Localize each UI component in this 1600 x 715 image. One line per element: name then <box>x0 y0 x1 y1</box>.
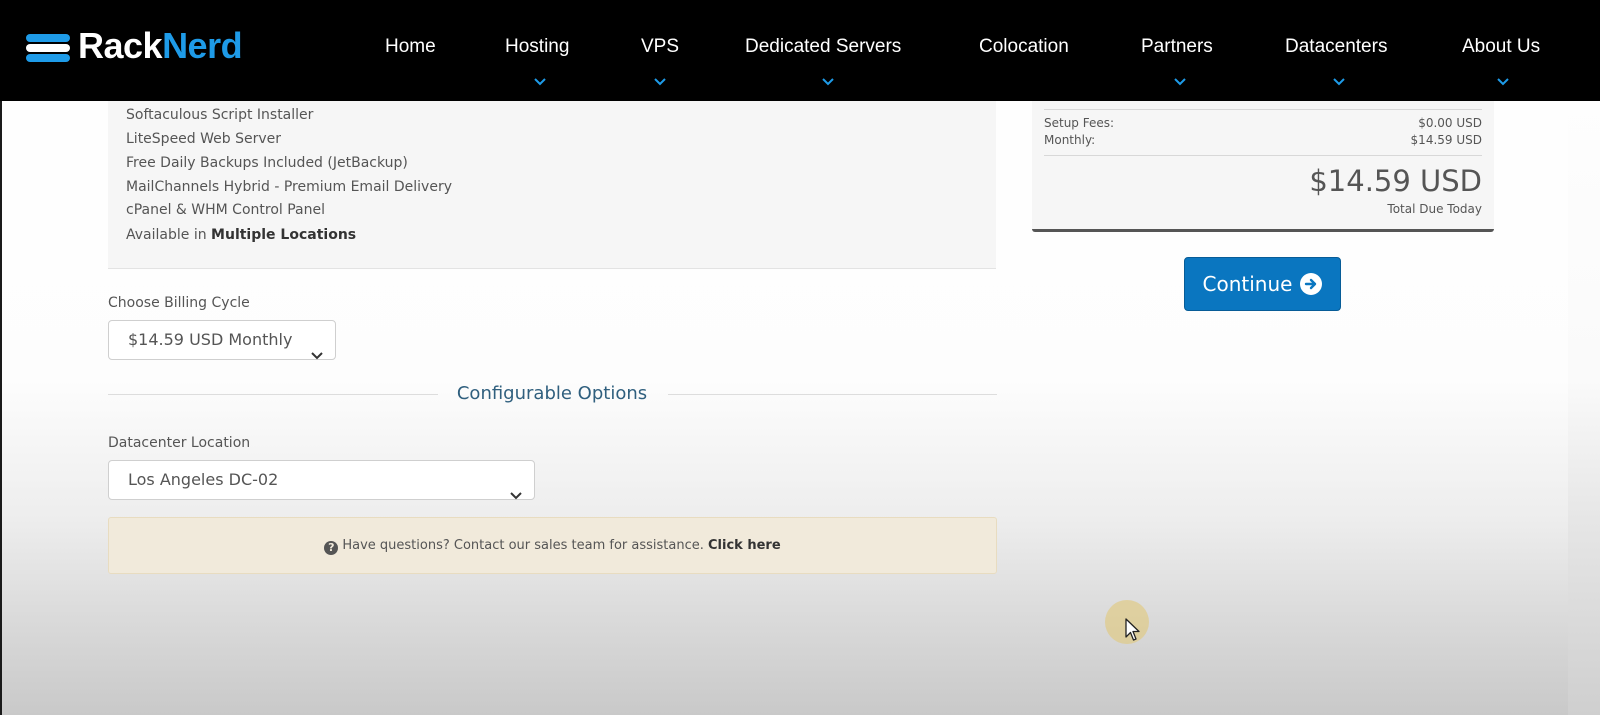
sales-contact-notice: ? Have questions? Contact our sales team … <box>108 517 997 574</box>
feature-item: Free Daily Backups Included (JetBackup) <box>126 155 408 171</box>
nav-datacenters[interactable]: Datacenters <box>1285 36 1387 58</box>
chevron-down-icon <box>510 476 522 514</box>
nav-home[interactable]: Home <box>385 36 436 58</box>
setup-fees-value: $0.00 USD <box>1418 116 1482 130</box>
chevron-down-icon <box>1497 78 1509 86</box>
top-navbar: RackNerd Home Hosting VPS Dedicated Serv… <box>0 0 1600 101</box>
configurable-options-heading: Configurable Options <box>456 383 648 404</box>
contact-text: Have questions? Contact our sales team f… <box>342 538 704 553</box>
continue-button[interactable]: Continue <box>1184 257 1341 311</box>
product-features-panel: Softaculous Script Installer LiteSpeed W… <box>108 101 996 269</box>
nav-colocation[interactable]: Colocation <box>979 36 1069 58</box>
monthly-label: Monthly: <box>1044 133 1096 147</box>
feature-item: MailChannels Hybrid - Premium Email Deli… <box>126 179 452 195</box>
continue-label: Continue <box>1202 272 1293 296</box>
feature-item: cPanel & WHM Control Panel <box>126 202 326 218</box>
nav-vps[interactable]: VPS <box>641 36 679 58</box>
billing-cycle-value: $14.59 USD Monthly <box>128 330 293 349</box>
mouse-cursor-icon <box>1125 618 1141 647</box>
billing-cycle-label: Choose Billing Cycle <box>108 295 250 311</box>
monthly-value: $14.59 USD <box>1410 133 1482 147</box>
question-circle-icon: ? <box>324 541 339 555</box>
total-due-label: Total Due Today <box>1387 202 1482 216</box>
datacenter-location-label: Datacenter Location <box>108 435 251 451</box>
summary-divider <box>1044 155 1482 156</box>
setup-fees-label: Setup Fees: <box>1044 116 1115 130</box>
nav-dedicated-servers[interactable]: Dedicated Servers <box>745 36 901 58</box>
chevron-down-icon <box>311 336 323 374</box>
feature-availability: Available in Multiple Locations <box>126 227 357 243</box>
chevron-down-icon <box>1174 78 1186 86</box>
logo-mark-icon <box>26 30 70 62</box>
feature-item: Softaculous Script Installer <box>126 107 314 123</box>
total-due-amount: $14.59 USD <box>1309 164 1482 198</box>
feature-item: LiteSpeed Web Server <box>126 131 282 147</box>
nav-hosting[interactable]: Hosting <box>505 36 569 58</box>
nav-about-us[interactable]: About Us <box>1462 36 1540 58</box>
datacenter-location-select[interactable]: Los Angeles DC-02 <box>108 460 535 500</box>
racknerd-logo[interactable]: RackNerd <box>26 25 243 66</box>
chevron-down-icon <box>1333 78 1345 86</box>
order-summary: Setup Fees: $0.00 USD Monthly: $14.59 US… <box>1032 101 1494 232</box>
section-divider <box>668 394 997 395</box>
logo-text: RackNerd <box>78 25 243 66</box>
chevron-down-icon <box>822 78 834 86</box>
monthly-row: Monthly: $14.59 USD <box>1044 133 1482 147</box>
page-right-gutter <box>1568 0 1600 715</box>
window-edge <box>0 0 2 715</box>
chevron-down-icon <box>534 78 546 86</box>
datacenter-location-value: Los Angeles DC-02 <box>128 470 279 489</box>
billing-cycle-select[interactable]: $14.59 USD Monthly <box>108 320 336 360</box>
chevron-down-icon <box>654 78 666 86</box>
summary-divider <box>1044 109 1482 110</box>
arrow-circle-right-icon <box>1300 273 1323 295</box>
contact-click-here-link[interactable]: Click here <box>708 538 781 553</box>
nav-partners[interactable]: Partners <box>1141 36 1213 58</box>
section-divider <box>108 394 438 395</box>
setup-fees-row: Setup Fees: $0.00 USD <box>1044 116 1482 130</box>
